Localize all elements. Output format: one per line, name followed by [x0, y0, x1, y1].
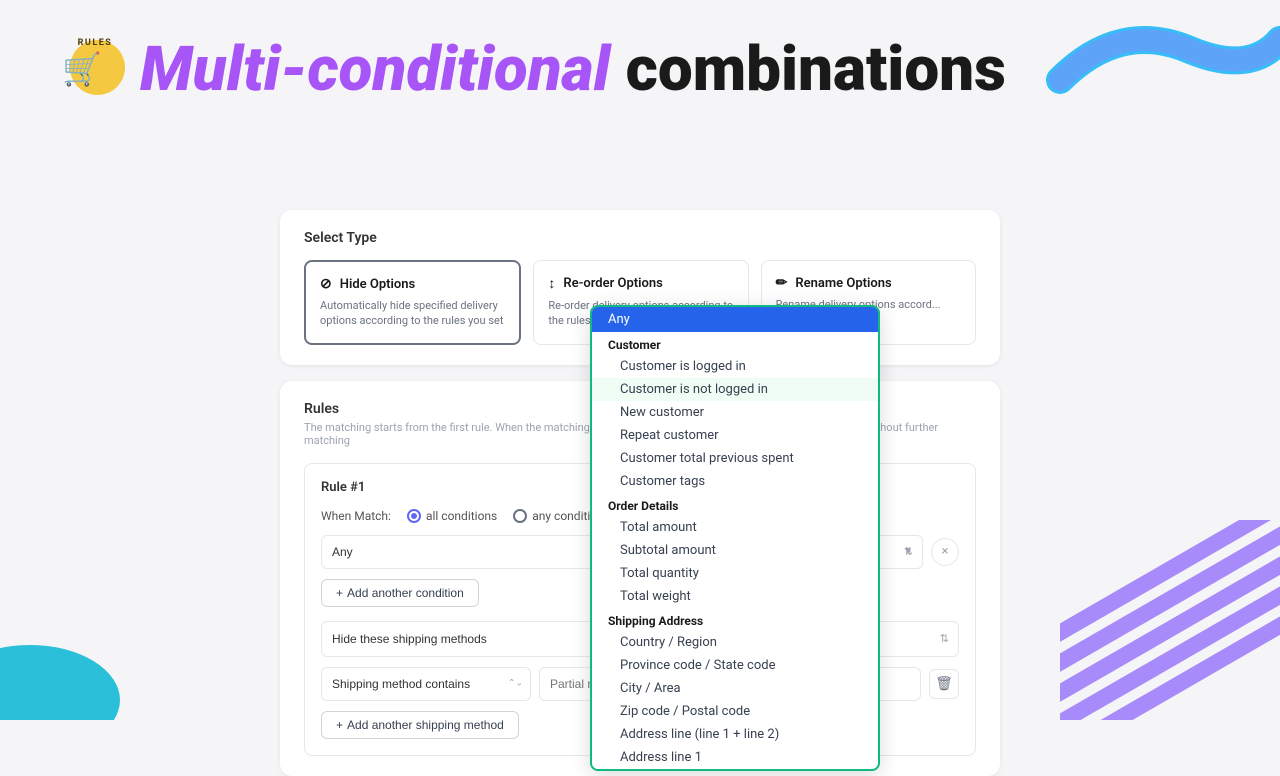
header: RULES 🛒 Multi-conditional combinations	[60, 30, 1006, 110]
dropdown-group-order-details: Order Details	[592, 493, 878, 516]
dropdown-item-address-line-combined[interactable]: Address line (line 1 + line 2)	[592, 723, 878, 746]
dropdown-item-customer-not-logged[interactable]: Customer is not logged in	[592, 378, 878, 401]
condition-dropdown: Any Customer Customer is logged in Custo…	[590, 305, 880, 771]
type-card-hide-label: Hide Options	[340, 277, 415, 292]
bg-blob-bottom-left	[0, 610, 160, 720]
dropdown-item-customer-total-spent[interactable]: Customer total previous spent	[592, 447, 878, 470]
dropdown-item-customer-tags[interactable]: Customer tags	[592, 470, 878, 493]
shipping-method-delete-btn[interactable]: 🗑	[929, 669, 959, 699]
trash-icon: 🗑	[935, 676, 953, 692]
select-type-title: Select Type	[304, 230, 976, 246]
dropdown-item-country-region[interactable]: Country / Region	[592, 631, 878, 654]
dropdown-item-any[interactable]: Any	[592, 307, 878, 332]
bg-decoration-top-right	[960, 0, 1280, 130]
type-card-hide-header: ⊘ Hide Options	[320, 276, 505, 292]
logo-cart-icon: 🛒	[62, 50, 102, 88]
dropdown-group-customer: Customer	[592, 332, 878, 355]
radio-all-circle	[407, 509, 421, 523]
dropdown-item-customer-logged-in[interactable]: Customer is logged in	[592, 355, 878, 378]
method-select-wrapper: Shipping method contains	[321, 667, 531, 701]
radio-any-circle	[513, 509, 527, 523]
add-shipping-button[interactable]: + Add another shipping method	[321, 711, 519, 739]
plus-icon: +	[336, 586, 343, 600]
type-card-reorder-label: Re-order Options	[563, 276, 662, 291]
rename-options-icon: ✏	[776, 275, 788, 291]
radio-all-label: all conditions	[426, 509, 497, 523]
header-title-purple: Multi-conditional	[140, 33, 610, 106]
logo-rules-text: RULES	[78, 38, 113, 48]
type-card-hide-desc: Automatically hide specified delivery op…	[320, 298, 505, 329]
header-title: Multi-conditional combinations	[140, 39, 1006, 101]
dropdown-item-city-area[interactable]: City / Area	[592, 677, 878, 700]
logo: RULES 🛒	[60, 30, 130, 110]
shipping-method-select[interactable]: Shipping method contains	[321, 667, 531, 701]
dropdown-item-total-amount[interactable]: Total amount	[592, 516, 878, 539]
header-title-black: combinations	[626, 33, 1006, 106]
hide-options-icon: ⊘	[320, 276, 332, 292]
radio-all-conditions[interactable]: all conditions	[407, 509, 497, 523]
type-card-rename-label: Rename Options	[795, 276, 891, 291]
radio-group: all conditions any conditions	[407, 509, 610, 523]
dropdown-item-repeat-customer[interactable]: Repeat customer	[592, 424, 878, 447]
condition-delete-btn[interactable]: ×	[931, 538, 959, 566]
add-condition-button[interactable]: + Add another condition	[321, 579, 479, 607]
reorder-options-icon: ↕	[548, 275, 555, 292]
bg-stripes-bottom-right	[1060, 520, 1280, 720]
dropdown-item-province-state[interactable]: Province code / State code	[592, 654, 878, 677]
type-card-reorder-header: ↕ Re-order Options	[548, 275, 733, 292]
when-match-label: When Match:	[321, 509, 391, 523]
dropdown-item-new-customer[interactable]: New customer	[592, 401, 878, 424]
type-card-rename-header: ✏ Rename Options	[776, 275, 961, 291]
dropdown-item-total-quantity[interactable]: Total quantity	[592, 562, 878, 585]
dropdown-item-subtotal-amount[interactable]: Subtotal amount	[592, 539, 878, 562]
type-card-hide[interactable]: ⊘ Hide Options Automatically hide specif…	[304, 260, 521, 345]
dropdown-item-total-weight[interactable]: Total weight	[592, 585, 878, 608]
add-condition-label: Add another condition	[347, 586, 464, 600]
dropdown-group-shipping-address: Shipping Address	[592, 608, 878, 631]
dropdown-item-address-line-1[interactable]: Address line 1	[592, 746, 878, 769]
